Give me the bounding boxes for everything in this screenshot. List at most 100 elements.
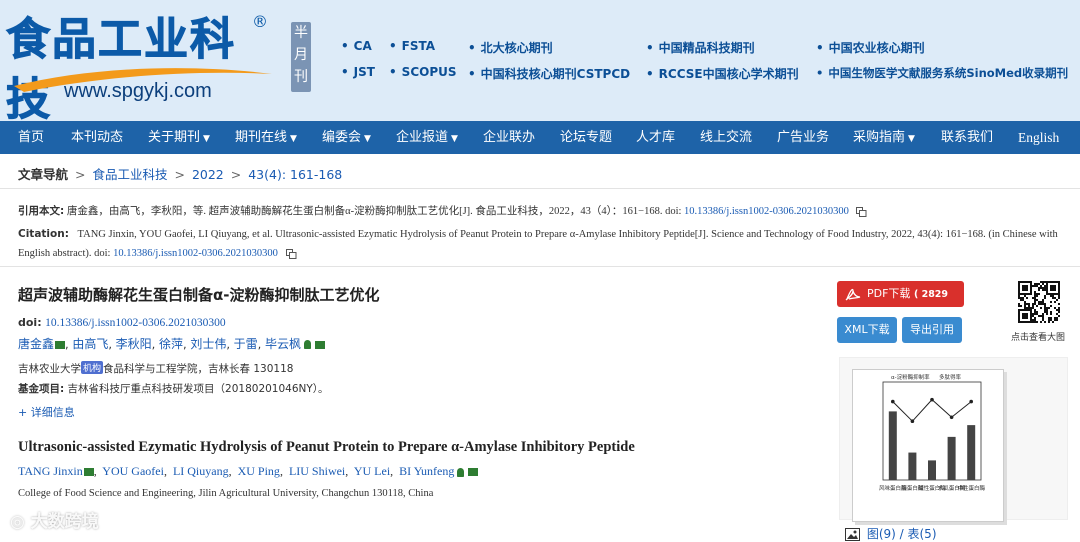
index-pku-core: 北大核心期刊 <box>468 39 553 56</box>
citation-en: Citation: TANG Jinxin, YOU Gaofei, LI Qi… <box>18 225 1063 263</box>
citation-en-doi-link[interactable]: 10.13386/j.issn1002-0306.2021030300 <box>113 248 278 259</box>
watermark: ◎ 大数跨境 <box>10 507 99 532</box>
journal-logo[interactable]: 食品工业科技 ® www.spgykj.com <box>6 10 276 126</box>
citation-en-label: Citation: <box>18 228 69 240</box>
nav-label: 人才库 <box>636 130 676 145</box>
breadcrumb-journal-link[interactable]: 食品工业科技 <box>92 167 167 182</box>
author-link[interactable]: 李秋阳 <box>116 337 152 351</box>
pdf-download-button[interactable]: PDF下载 ( 2829 KB) <box>837 281 964 327</box>
mail-icon[interactable] <box>314 340 325 349</box>
mail-icon[interactable] <box>468 468 479 477</box>
figure-thumbnail[interactable]: 风味蛋白酶 胰蛋白酶 碱性蛋白酶 木瓜蛋白酶 中性蛋白酶 α-淀粉酶抑制率 多肽得率 <box>852 369 1004 522</box>
image-icon <box>845 528 860 541</box>
nav-label: 联系我们 <box>941 130 994 145</box>
series-line <box>892 398 972 422</box>
author-link[interactable]: 毕云枫 <box>265 337 301 351</box>
divider <box>0 188 1080 189</box>
author-link[interactable]: YOU Gaofei <box>102 464 164 478</box>
breadcrumb-separator: > <box>75 167 86 182</box>
fund-line: 基金项目: 吉林省科技厅重点科技研发项目（20180201046NY）。 <box>18 381 329 396</box>
author-link[interactable]: LIU Shiwei <box>289 464 345 478</box>
nav-home[interactable]: 首页 <box>18 121 44 154</box>
citation-cn-text: 唐金鑫，由高飞，李秋阳，等. 超声波辅助酶解花生蛋白制备α-淀粉酶抑制肽工艺优化… <box>66 206 682 217</box>
bar <box>928 460 936 480</box>
details-toggle[interactable]: + 详细信息 <box>18 404 75 420</box>
nav-online-exchange[interactable]: 线上交流 <box>700 121 752 154</box>
chevron-down-icon: ▼ <box>364 134 371 144</box>
nav-purchase-guide[interactable]: 采购指南 ▼ <box>853 121 915 154</box>
author-link[interactable]: YU Lei <box>354 464 390 478</box>
author-link[interactable]: 唐金鑫 <box>18 337 54 351</box>
citation-cn-doi-link[interactable]: 10.13386/j.issn1002-0306.2021030300 <box>684 206 849 217</box>
index-quality-journal: 中国精品科技期刊 <box>646 39 755 56</box>
nav-talent[interactable]: 人才库 <box>636 121 675 154</box>
breadcrumb-label: 文章导航 <box>18 167 69 182</box>
nav-contact[interactable]: 联系我们 <box>941 121 993 154</box>
index-rccse: RCCSE中国核心学术期刊 <box>646 65 799 82</box>
qr-code-icon[interactable] <box>1018 281 1060 323</box>
figures-tables-label[interactable]: 图(9) / 表(5) <box>867 527 937 541</box>
nav-label: English <box>1018 130 1060 145</box>
index-agri-core: 中国农业核心期刊 <box>816 39 925 56</box>
nav-enterprise-reports[interactable]: 企业报道 ▼ <box>396 121 458 154</box>
watermark-text: 大数跨境 <box>30 512 99 532</box>
pdf-label: PDF下载 <box>867 287 911 300</box>
index-sinomed: 中国生物医学文献服务系统SinoMed收录期刊 <box>816 65 1068 81</box>
corresponding-author-icon <box>457 467 465 477</box>
nav-online[interactable]: 期刊在线 ▼ <box>235 121 297 154</box>
index-ca: CA <box>341 39 372 53</box>
doi-link[interactable]: 10.13386/j.issn1002-0306.2021030300 <box>45 317 226 329</box>
copy-icon[interactable] <box>856 206 867 217</box>
breadcrumb: 文章导航 > 食品工业科技 > 2022 > 43(4): 161-168 <box>18 164 342 183</box>
frequency-badge: 半月刊 <box>291 22 311 92</box>
details-link[interactable]: + 详细信息 <box>18 406 75 419</box>
corresponding-author-icon <box>303 340 311 349</box>
nav-advertising[interactable]: 广告业务 <box>777 121 829 154</box>
author-link[interactable]: XU Ping <box>238 464 280 478</box>
mail-icon[interactable] <box>55 340 66 349</box>
article-title-en: Ultrasonic-assisted Ezymatic Hydrolysis … <box>18 439 635 455</box>
series-point <box>949 415 954 420</box>
nav-enterprise-joint[interactable]: 企业联办 <box>483 121 535 154</box>
breadcrumb-issue-link[interactable]: 43(4): 161-168 <box>248 167 342 182</box>
registered-mark: ® <box>252 12 268 31</box>
export-citation-button[interactable]: 导出引用 <box>902 317 962 343</box>
bar <box>908 452 917 480</box>
pdf-icon <box>845 288 861 301</box>
nav-editorial-board[interactable]: 编委会 ▼ <box>322 121 371 154</box>
nav-news[interactable]: 本刊动态 <box>71 121 123 154</box>
author-link[interactable]: 刘士伟 <box>190 337 226 351</box>
nav-label: 本刊动态 <box>71 130 124 145</box>
index-fsta: FSTA <box>389 39 435 53</box>
author-link[interactable]: BI Yunfeng <box>399 464 454 478</box>
chevron-down-icon: ▼ <box>290 134 297 144</box>
legend-entry: 多肽得率 <box>939 373 962 381</box>
site-header: 食品工业科技 ® www.spgykj.com 半月刊 CA FSTA 北大核心… <box>0 0 1080 126</box>
copy-icon[interactable] <box>285 248 297 259</box>
author-link[interactable]: 由高飞 <box>72 337 108 351</box>
institution-tag[interactable]: 机构 <box>81 361 104 374</box>
author-link[interactable]: 于雷 <box>234 337 258 351</box>
mail-icon[interactable] <box>83 468 94 477</box>
chevron-down-icon: ▼ <box>908 134 915 144</box>
chevron-down-icon: ▼ <box>451 134 458 144</box>
nav-about[interactable]: 关于期刊 ▼ <box>148 121 210 154</box>
xml-download-button[interactable]: XML下载 <box>837 317 897 343</box>
authors-en: TANG Jinxin, YOU Gaofei, LI Qiuyang, XU … <box>18 464 479 479</box>
watermark-icon: ◎ <box>10 512 25 532</box>
main-nav: 首页 本刊动态 关于期刊 ▼ 期刊在线 ▼ 编委会 ▼ 企业报道 ▼ 企业联办 论坛专题… <box>0 121 1080 154</box>
legend-entry: α-淀粉酶抑制率 <box>891 373 930 381</box>
nav-label: 论坛专题 <box>560 130 613 145</box>
citation-cn: 引用本文: 唐金鑫，由高飞，李秋阳，等. 超声波辅助酶解花生蛋白制备α-淀粉酶抑… <box>18 202 1063 221</box>
bar <box>967 425 976 480</box>
author-link[interactable]: TANG Jinxin <box>18 464 83 478</box>
breadcrumb-year-link[interactable]: 2022 <box>192 167 224 182</box>
index-jst: JST <box>341 65 375 79</box>
figures-tables-link[interactable]: 图(9) / 表(5) <box>845 525 937 542</box>
breadcrumb-separator: > <box>230 167 242 182</box>
author-link[interactable]: 徐萍 <box>159 337 183 351</box>
nav-english[interactable]: English <box>1018 121 1059 154</box>
author-link[interactable]: LI Qiuyang <box>173 464 229 478</box>
index-cstpcd: 中国科技核心期刊CSTPCD <box>468 65 630 82</box>
nav-forum[interactable]: 论坛专题 <box>560 121 612 154</box>
